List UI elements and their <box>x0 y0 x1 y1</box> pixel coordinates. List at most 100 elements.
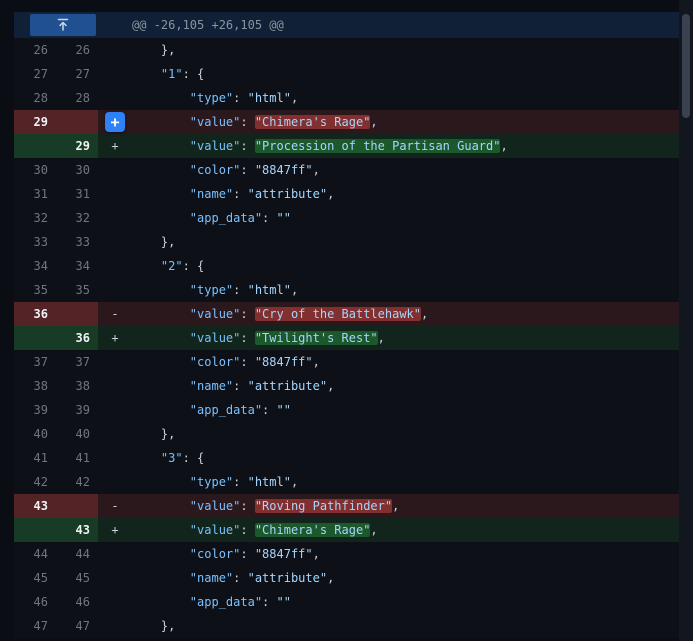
old-line-number: 36 <box>14 302 56 326</box>
new-line-number: 35 <box>56 278 98 302</box>
old-line-number: 43 <box>14 494 56 518</box>
code-line: "type": "html", <box>132 470 679 494</box>
diff-line: 3333 }, <box>14 230 679 254</box>
code-line: }, <box>132 230 679 254</box>
old-line-number: 34 <box>14 254 56 278</box>
diff-marker: + <box>98 110 132 134</box>
diff-marker <box>98 206 132 230</box>
new-line-number: 42 <box>56 470 98 494</box>
new-line-number: 37 <box>56 350 98 374</box>
diff-line: 3030 "color": "8847ff", <box>14 158 679 182</box>
diff-marker <box>98 350 132 374</box>
new-line-number: 30 <box>56 158 98 182</box>
expand-hunk-button[interactable] <box>30 14 96 36</box>
old-line-number: 38 <box>14 374 56 398</box>
code-line: "1": { <box>132 62 679 86</box>
code-line: "name": "attribute", <box>132 566 679 590</box>
diff-line: 43+ "value": "Chimera's Rage", <box>14 518 679 542</box>
old-line-number: 31 <box>14 182 56 206</box>
diff-line: 4747 }, <box>14 614 679 638</box>
code-line: "value": "Chimera's Rage", <box>132 518 679 542</box>
new-line-number: 40 <box>56 422 98 446</box>
code-line: "color": "8847ff", <box>132 542 679 566</box>
code-line: "value": "Roving Pathfinder", <box>132 494 679 518</box>
code-line: "3": { <box>132 446 679 470</box>
diff-marker <box>98 470 132 494</box>
diff-line: 43- "value": "Roving Pathfinder", <box>14 494 679 518</box>
new-line-number <box>56 302 98 326</box>
code-line: }, <box>132 614 679 638</box>
diff-line: 3737 "color": "8847ff", <box>14 350 679 374</box>
code-line: }, <box>132 422 679 446</box>
old-line-number: 35 <box>14 278 56 302</box>
new-line-number: 45 <box>56 566 98 590</box>
old-line-number: 33 <box>14 230 56 254</box>
code-line: "value": "Cry of the Battlehawk", <box>132 302 679 326</box>
new-line-number <box>56 110 98 134</box>
new-line-number: 27 <box>56 62 98 86</box>
diff-marker <box>98 254 132 278</box>
old-line-number: 41 <box>14 446 56 470</box>
diff-table: @@ -26,105 +26,105 @@ 2626 },2727 "1": {… <box>14 12 679 638</box>
diff-line: 29+ "value": "Procession of the Partisan… <box>14 134 679 158</box>
diff-marker <box>98 590 132 614</box>
old-line-number: 40 <box>14 422 56 446</box>
code-line: "2": { <box>132 254 679 278</box>
diff-marker: + <box>98 326 132 350</box>
new-line-number: 32 <box>56 206 98 230</box>
old-line-number: 42 <box>14 470 56 494</box>
old-line-number: 37 <box>14 350 56 374</box>
new-line-number: 38 <box>56 374 98 398</box>
diff-line: 3838 "name": "attribute", <box>14 374 679 398</box>
diff-marker <box>98 398 132 422</box>
diff-marker <box>98 422 132 446</box>
diff-line: 2727 "1": { <box>14 62 679 86</box>
code-line: "name": "attribute", <box>132 374 679 398</box>
diff-line: 3131 "name": "attribute", <box>14 182 679 206</box>
code-line: "value": "Chimera's Rage", <box>132 110 679 134</box>
new-line-number: 33 <box>56 230 98 254</box>
code-line: "app_data": "" <box>132 590 679 614</box>
diff-line: 3535 "type": "html", <box>14 278 679 302</box>
new-line-number: 28 <box>56 86 98 110</box>
code-line: "name": "attribute", <box>132 182 679 206</box>
diff-viewer: @@ -26,105 +26,105 @@ 2626 },2727 "1": {… <box>0 0 693 641</box>
diff-line: 3434 "2": { <box>14 254 679 278</box>
add-comment-button[interactable]: + <box>105 112 125 132</box>
scrollbar-thumb[interactable] <box>682 14 690 118</box>
diff-line: 36- "value": "Cry of the Battlehawk", <box>14 302 679 326</box>
code-line: "type": "html", <box>132 86 679 110</box>
diff-marker <box>98 38 132 62</box>
diff-line: 36+ "value": "Twilight's Rest", <box>14 326 679 350</box>
old-line-number: 47 <box>14 614 56 638</box>
new-line-number: 39 <box>56 398 98 422</box>
new-line-number: 26 <box>56 38 98 62</box>
diff-marker <box>98 614 132 638</box>
old-line-number: 39 <box>14 398 56 422</box>
old-line-number: 29 <box>14 110 56 134</box>
diff-marker <box>98 278 132 302</box>
diff-line: 4646 "app_data": "" <box>14 590 679 614</box>
diff-line: 3232 "app_data": "" <box>14 206 679 230</box>
old-line-number: 32 <box>14 206 56 230</box>
code-line: "value": "Procession of the Partisan Gua… <box>132 134 679 158</box>
old-line-number: 46 <box>14 590 56 614</box>
new-line-number: 29 <box>56 134 98 158</box>
new-line-number: 41 <box>56 446 98 470</box>
old-line-number: 44 <box>14 542 56 566</box>
new-line-number: 44 <box>56 542 98 566</box>
diff-marker <box>98 62 132 86</box>
diff-line: 2828 "type": "html", <box>14 86 679 110</box>
code-line: "value": "Twilight's Rest", <box>132 326 679 350</box>
diff-marker <box>98 374 132 398</box>
diff-line: 4444 "color": "8847ff", <box>14 542 679 566</box>
old-line-number: 27 <box>14 62 56 86</box>
diff-line: 3939 "app_data": "" <box>14 398 679 422</box>
diff-line: 4242 "type": "html", <box>14 470 679 494</box>
old-line-number: 28 <box>14 86 56 110</box>
diff-marker: + <box>98 518 132 542</box>
code-line: "color": "8847ff", <box>132 350 679 374</box>
scrollbar[interactable] <box>679 0 693 641</box>
hunk-gutter <box>14 14 132 36</box>
old-line-number <box>14 518 56 542</box>
